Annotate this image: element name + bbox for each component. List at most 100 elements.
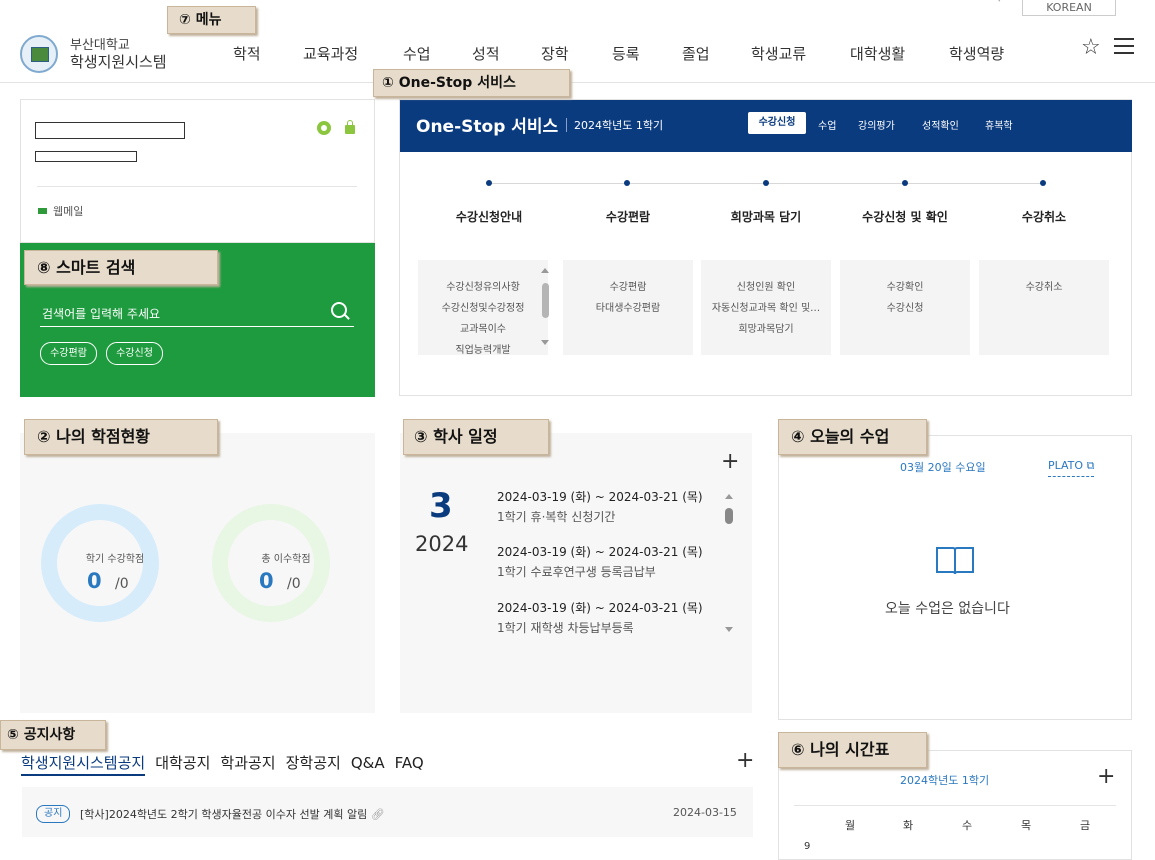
- schedule-item-date[interactable]: 2024-03-19 (화) ~ 2024-03-21 (목): [497, 488, 703, 505]
- schedule-scrollbar-thumb[interactable]: [725, 508, 733, 524]
- step-dot: [1040, 180, 1046, 186]
- nav-item-competency[interactable]: 학생역량: [949, 43, 1004, 64]
- nav-item-curriculum[interactable]: 교육과정: [303, 43, 358, 64]
- notice-title[interactable]: [학사]2024학년도 2학기 학생자율전공 이수자 선발 계획 알림 🔗︎: [80, 806, 385, 822]
- onestop-separator: [566, 118, 567, 132]
- tag-schedule: ③ 학사 일정: [403, 419, 549, 455]
- timetable-more-button[interactable]: +: [1097, 764, 1115, 789]
- step-links-cancel: 수강취소: [979, 277, 1109, 298]
- link-course-catalog[interactable]: 수강편람: [563, 277, 693, 298]
- notice-tabs: 학생지원시스템공지 대학공지 학과공지 장학공지 Q&A FAQ: [21, 752, 434, 776]
- link-course-completion[interactable]: 교과목이수: [418, 319, 548, 340]
- notice-tab-system[interactable]: 학생지원시스템공지: [21, 754, 146, 776]
- onestop-scrollbar-thumb[interactable]: [542, 283, 549, 318]
- semester-credits-label: 학기 수강학점: [85, 554, 145, 565]
- schedule-item-desc[interactable]: 1학기 재학생 차등납부등록: [497, 619, 634, 636]
- schedule-item-date[interactable]: 2024-03-19 (화) ~ 2024-03-21 (목): [497, 543, 703, 560]
- tag-notice: ⑤ 공지사항: [0, 720, 106, 750]
- total-credits-total: /0: [287, 576, 301, 592]
- step-title-wishlist: 희망과목 담기: [730, 210, 802, 224]
- link-auto-registration-check[interactable]: 자동신청교과목 확인 및…: [701, 298, 831, 319]
- notice-tab-department[interactable]: 학과공지: [220, 754, 275, 772]
- nav-item-classes[interactable]: 수업: [403, 43, 431, 64]
- notice-more-button[interactable]: +: [736, 748, 754, 773]
- notice-tab-university[interactable]: 대학공지: [155, 754, 210, 772]
- nav-item-scholarship[interactable]: 장학: [541, 43, 569, 64]
- tag-smart-search: ⑧ 스마트 검색: [24, 250, 218, 285]
- onestop-tab-classes[interactable]: 수업: [818, 117, 836, 132]
- notice-badge: 공지: [36, 805, 71, 823]
- link-registration[interactable]: 수강신청: [840, 298, 970, 319]
- link-wishlist[interactable]: 희망과목담기: [701, 319, 831, 340]
- link-enrollment-count[interactable]: 신청인원 확인: [701, 277, 831, 298]
- notice-title-text[interactable]: [학사]2024학년도 2학기 학생자율전공 이수자 선발 계획 알림: [80, 808, 367, 821]
- onestop-tab-grades[interactable]: 성적확인: [922, 117, 959, 132]
- notice-tab-qna[interactable]: Q&A: [351, 754, 385, 772]
- step-links-register: 수강확인 수강신청: [840, 277, 970, 319]
- language-select[interactable]: KOREAN: [1022, 0, 1116, 16]
- step-dot: [486, 180, 492, 186]
- today-date: 03월 20일 수요일: [900, 461, 986, 474]
- step-dot: [624, 180, 630, 186]
- step-title-guide: 수강신청안내: [455, 210, 523, 224]
- lock-icon[interactable]: [345, 120, 355, 134]
- schedule-more-button[interactable]: +: [721, 449, 739, 474]
- total-credits-label: 총 이수학점: [261, 554, 311, 565]
- nav-item-graduation[interactable]: 졸업: [682, 43, 710, 64]
- step-links-catalog: 수강편람 타대생수강편람: [563, 277, 693, 319]
- onestop-title: One-Stop 서비스: [416, 117, 559, 137]
- schedule-item-date[interactable]: 2024-03-19 (화) ~ 2024-03-21 (목): [497, 599, 703, 616]
- tag-menu: ⑦ 메뉴: [167, 6, 256, 34]
- notice-tab-scholarship[interactable]: 장학공지: [286, 754, 341, 772]
- schedule-month: 3: [429, 486, 453, 526]
- step-dot: [902, 180, 908, 186]
- step-dot: [763, 180, 769, 186]
- quick-link-course-registration[interactable]: 수강신청: [106, 342, 163, 365]
- nav-item-registration[interactable]: 등록: [612, 43, 640, 64]
- notice-tab-faq[interactable]: FAQ: [395, 754, 424, 772]
- link-other-univ-catalog[interactable]: 타대생수강편람: [563, 298, 693, 319]
- schedule-item-desc[interactable]: 1학기 수료후연구생 등록금납부: [497, 563, 656, 580]
- mail-icon: [38, 208, 47, 214]
- timetable-day-wed: 수: [962, 819, 973, 832]
- notice-date: 2024-03-15: [673, 806, 737, 819]
- nav-item-campus-life[interactable]: 대학생활: [850, 43, 905, 64]
- hamburger-icon[interactable]: [1114, 38, 1134, 59]
- no-class-message: 오늘 수업은 없습니다: [885, 601, 1010, 617]
- tag-credits: ② 나의 학점현황: [24, 419, 218, 455]
- step-title-cancel: 수강취소: [1021, 210, 1067, 224]
- link-course-cancel[interactable]: 수강취소: [979, 277, 1109, 298]
- schedule-scroll-down-icon[interactable]: [725, 627, 733, 632]
- webmail-link[interactable]: 웹메일: [53, 203, 83, 219]
- onestop-tab-evaluation[interactable]: 강의평가: [858, 117, 895, 132]
- timetable-divider: [794, 805, 1116, 806]
- step-box-cancel: [979, 260, 1109, 355]
- onestop-tab-leave[interactable]: 휴복학: [985, 117, 1013, 132]
- star-icon[interactable]: ☆: [1081, 35, 1101, 60]
- language-switch-dots: ··· ▾: [960, 0, 1008, 5]
- link-registration-notes[interactable]: 수강신청유의사항: [418, 277, 548, 298]
- university-logo-icon[interactable]: [20, 35, 58, 73]
- redacted-id: [35, 151, 137, 162]
- step-title-register: 수강신청 및 확인: [862, 210, 948, 224]
- onestop-tab-registration[interactable]: 수강신청: [748, 112, 806, 134]
- quick-link-course-catalog[interactable]: 수강편람: [40, 342, 97, 365]
- nav-item-student-exchange[interactable]: 학생교류: [751, 43, 806, 64]
- timetable-day-tue: 화: [903, 819, 914, 832]
- gear-icon[interactable]: [317, 121, 331, 135]
- schedule-scroll-up-icon[interactable]: [725, 494, 733, 499]
- search-input[interactable]: 검색어를 입력해 주세요: [42, 305, 160, 322]
- search-icon[interactable]: [331, 302, 347, 318]
- link-vocational-development[interactable]: 직업능력개발: [418, 340, 548, 359]
- link-registration-confirm[interactable]: 수강확인: [840, 277, 970, 298]
- total-credits-value: 0: [259, 569, 274, 593]
- logo-system-name[interactable]: 학생지원시스템: [70, 51, 167, 72]
- schedule-item-desc[interactable]: 1학기 휴·복학 신청기간: [497, 508, 615, 525]
- semester-credits-value: 0: [87, 569, 102, 593]
- link-registration-change[interactable]: 수강신청및수강정정: [418, 298, 548, 319]
- external-link-icon: ⧉: [1086, 459, 1095, 472]
- nav-item-grades[interactable]: 성적: [472, 43, 500, 64]
- timetable-day-mon: 월: [845, 819, 856, 832]
- nav-item-academic-record[interactable]: 학적: [233, 43, 261, 64]
- plato-link[interactable]: PLATO ⧉: [1048, 459, 1095, 477]
